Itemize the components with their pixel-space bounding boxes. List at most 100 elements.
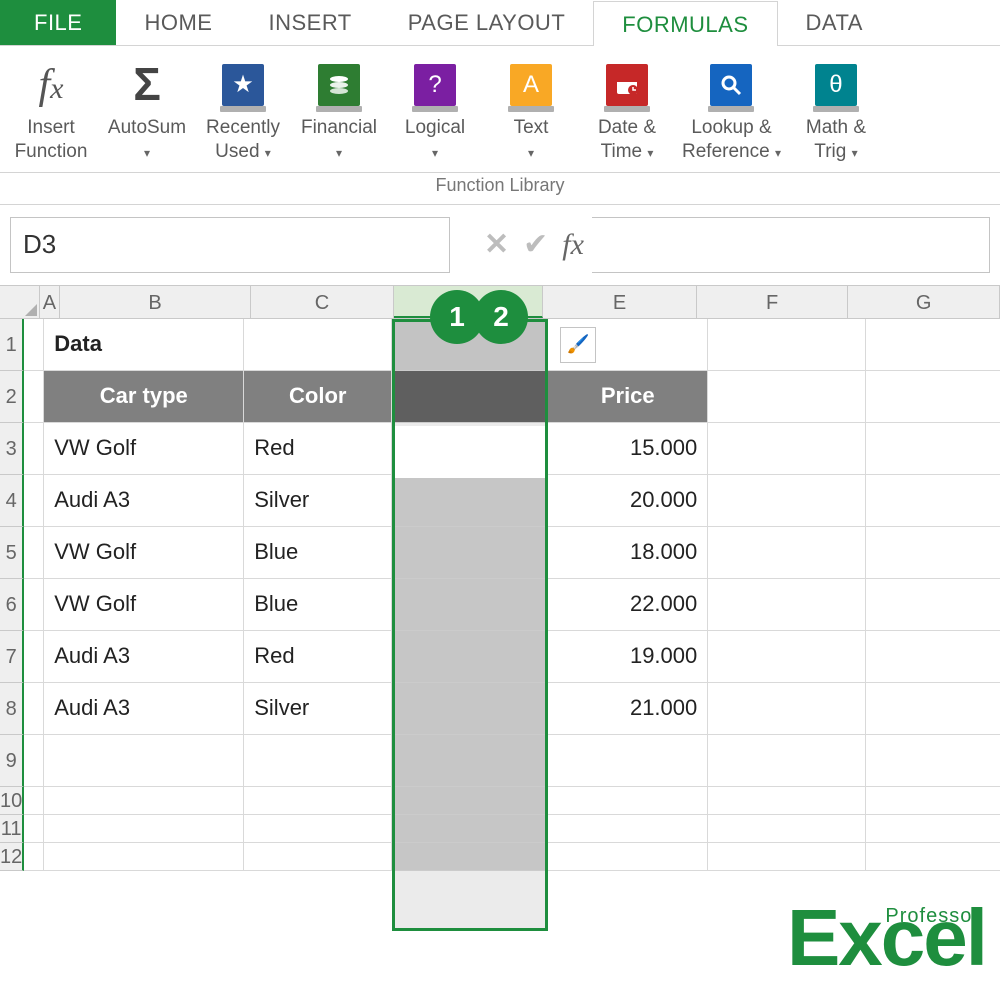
cell[interactable] — [866, 319, 1000, 371]
cell[interactable] — [392, 735, 548, 787]
cell[interactable] — [24, 843, 44, 871]
row-header-7[interactable]: 7 — [0, 631, 24, 683]
autosum-button[interactable]: Σ AutoSum▾ — [102, 54, 192, 168]
cell[interactable]: VW Golf — [44, 579, 244, 631]
col-header-G[interactable]: G — [848, 286, 1000, 318]
cell[interactable] — [708, 787, 866, 815]
cell[interactable] — [708, 371, 866, 423]
cell[interactable] — [708, 815, 866, 843]
cell[interactable] — [24, 475, 44, 527]
cell[interactable] — [244, 815, 392, 843]
cell[interactable]: Silver — [244, 683, 392, 735]
cell[interactable] — [392, 475, 548, 527]
logical-button[interactable]: ? Logical▾ — [390, 54, 480, 168]
cell[interactable] — [708, 843, 866, 871]
row-header-1[interactable]: 1 — [0, 319, 24, 371]
cell[interactable] — [392, 631, 548, 683]
cell[interactable]: 19.000 — [548, 631, 708, 683]
cell-title[interactable]: Data — [44, 319, 244, 371]
cell[interactable] — [708, 527, 866, 579]
col-header-F[interactable]: F — [697, 286, 849, 318]
recently-used-button[interactable]: ★ Recently Used ▾ — [198, 54, 288, 168]
col-header-B[interactable]: B — [60, 286, 252, 318]
tab-insert[interactable]: INSERT — [240, 0, 379, 45]
text-button[interactable]: A Text▾ — [486, 54, 576, 168]
cell[interactable]: Red — [244, 423, 392, 475]
cell[interactable]: Audi A3 — [44, 631, 244, 683]
cell[interactable] — [866, 735, 1000, 787]
cell[interactable] — [24, 527, 44, 579]
row-header-8[interactable]: 8 — [0, 683, 24, 735]
cell[interactable] — [866, 683, 1000, 735]
tab-formulas[interactable]: FORMULAS — [593, 1, 777, 46]
cell[interactable] — [866, 843, 1000, 871]
cell[interactable] — [24, 787, 44, 815]
enter-icon[interactable]: ✔ — [523, 227, 548, 262]
cell[interactable]: 18.000 — [548, 527, 708, 579]
cell[interactable] — [392, 527, 548, 579]
row-header-3[interactable]: 3 — [0, 423, 24, 475]
cell[interactable]: Red — [244, 631, 392, 683]
cell[interactable] — [708, 475, 866, 527]
cell[interactable] — [548, 735, 708, 787]
row-header-2[interactable]: 2 — [0, 371, 24, 423]
cell[interactable]: 22.000 — [548, 579, 708, 631]
cell[interactable]: 15.000 — [548, 423, 708, 475]
name-box[interactable]: D3 — [10, 217, 450, 273]
col-header-C[interactable]: C — [251, 286, 393, 318]
insert-function-button[interactable]: fx Insert Function — [6, 54, 96, 168]
cell[interactable] — [24, 735, 44, 787]
cell[interactable] — [708, 735, 866, 787]
formula-input[interactable] — [592, 217, 990, 273]
date-time-button[interactable]: Date & Time ▾ — [582, 54, 672, 168]
cell[interactable]: 20.000 — [548, 475, 708, 527]
row-header-5[interactable]: 5 — [0, 527, 24, 579]
cell[interactable] — [866, 631, 1000, 683]
cell[interactable]: VW Golf — [44, 423, 244, 475]
cell[interactable] — [708, 319, 866, 371]
select-all-triangle[interactable] — [0, 286, 40, 318]
cell-active[interactable] — [392, 423, 548, 475]
cell[interactable] — [24, 423, 44, 475]
cell[interactable]: Audi A3 — [44, 475, 244, 527]
cell[interactable]: 21.000 — [548, 683, 708, 735]
table-header[interactable] — [392, 371, 548, 423]
tab-data[interactable]: DATA — [778, 0, 891, 45]
financial-button[interactable]: Financial▾ — [294, 54, 384, 168]
table-header[interactable]: Car type — [44, 371, 244, 423]
cell[interactable] — [24, 631, 44, 683]
cell[interactable] — [548, 815, 708, 843]
table-header[interactable]: Price — [548, 371, 708, 423]
row-header-10[interactable]: 10 — [0, 787, 24, 815]
row-header-12[interactable]: 12 — [0, 843, 24, 871]
cell[interactable] — [866, 815, 1000, 843]
cell[interactable] — [44, 815, 244, 843]
cell[interactable] — [866, 527, 1000, 579]
cell[interactable] — [708, 683, 866, 735]
cell[interactable] — [866, 787, 1000, 815]
cell[interactable] — [392, 579, 548, 631]
row-header-6[interactable]: 6 — [0, 579, 24, 631]
cell[interactable] — [24, 683, 44, 735]
col-header-E[interactable]: E — [543, 286, 697, 318]
cell[interactable] — [866, 475, 1000, 527]
cell[interactable] — [392, 815, 548, 843]
cell[interactable]: Blue — [244, 579, 392, 631]
tab-home[interactable]: HOME — [116, 0, 240, 45]
cell[interactable] — [708, 423, 866, 475]
cell[interactable] — [244, 843, 392, 871]
tab-file[interactable]: FILE — [0, 0, 116, 45]
cancel-icon[interactable]: ✕ — [484, 227, 509, 262]
fx-icon[interactable]: fx — [562, 228, 584, 262]
cell[interactable] — [44, 843, 244, 871]
lookup-reference-button[interactable]: Lookup & Reference ▾ — [678, 54, 785, 168]
math-trig-button[interactable]: θ Math & Trig ▾ — [791, 54, 881, 168]
cell[interactable] — [244, 319, 392, 371]
cell[interactable]: Blue — [244, 527, 392, 579]
cell[interactable] — [24, 371, 44, 423]
col-header-A[interactable]: A — [40, 286, 59, 318]
cell[interactable] — [244, 735, 392, 787]
cell[interactable] — [548, 787, 708, 815]
cell[interactable] — [866, 423, 1000, 475]
cell[interactable] — [548, 843, 708, 871]
